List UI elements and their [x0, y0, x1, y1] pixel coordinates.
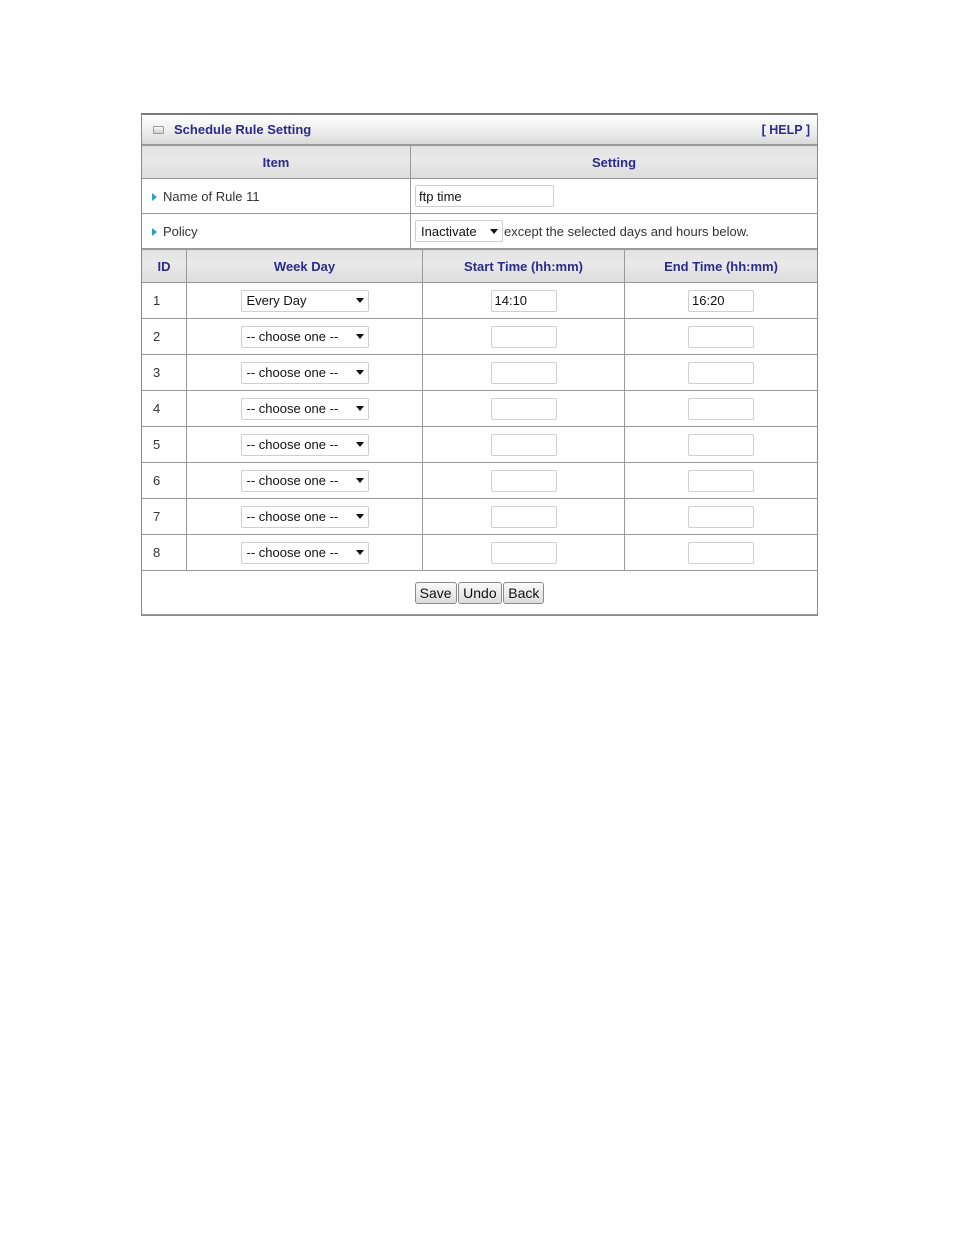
week-day-value: Every Day — [246, 293, 307, 308]
end-time-input[interactable] — [688, 433, 754, 456]
chevron-down-icon — [355, 550, 364, 555]
row-id: 3 — [142, 354, 187, 391]
week-day-value: -- choose one -- — [246, 509, 339, 524]
week-day-select[interactable]: -- choose one -- — [240, 433, 369, 456]
week-day-value: -- choose one -- — [246, 437, 339, 452]
panel-title: Schedule Rule Setting — [174, 122, 312, 137]
week-day-select[interactable]: -- choose one -- — [240, 325, 369, 348]
header-end-time: End Time (hh:mm) — [624, 249, 817, 283]
rule-name-input[interactable] — [415, 185, 554, 207]
chevron-down-icon — [490, 228, 498, 234]
header-week-day: Week Day — [186, 249, 423, 283]
help-link[interactable]: [ HELP ] — [762, 123, 810, 137]
row-id: 8 — [142, 534, 187, 571]
week-day-value: -- choose one -- — [246, 365, 339, 380]
end-time-input[interactable] — [688, 397, 754, 420]
chevron-down-icon — [355, 298, 364, 303]
week-day-select[interactable]: -- choose one -- — [240, 505, 369, 528]
chevron-down-icon — [355, 478, 364, 483]
row-id: 2 — [142, 318, 187, 355]
header-id: ID — [142, 249, 187, 283]
week-day-value: -- choose one -- — [246, 329, 339, 344]
schedule-rule-panel: Schedule Rule Setting [ HELP ] Item Sett… — [141, 113, 818, 616]
end-time-input[interactable] — [688, 325, 754, 348]
item-table: Item Setting Name of Rule 11 Policy Inac… — [142, 145, 817, 249]
chevron-down-icon — [355, 514, 364, 519]
schedule-table: ID Week Day Start Time (hh:mm) End Time … — [142, 249, 817, 615]
week-day-select[interactable]: -- choose one -- — [240, 397, 369, 420]
schedule-row: 5 -- choose one -- — [142, 426, 817, 463]
policy-select-value: Inactivate — [421, 223, 477, 239]
schedule-row: 8 -- choose one -- — [142, 534, 817, 571]
back-button[interactable]: Back — [503, 581, 545, 604]
policy-select[interactable]: Inactivate — [415, 220, 503, 242]
week-day-select[interactable]: -- choose one -- — [240, 541, 369, 564]
button-row: Save Undo Back — [142, 570, 817, 615]
schedule-row: 2 -- choose one -- — [142, 318, 817, 355]
save-button[interactable]: Save — [414, 581, 457, 604]
row-id: 7 — [142, 498, 187, 535]
header-item: Item — [142, 145, 411, 179]
panel-icon — [153, 125, 164, 134]
rule-name-label: Name of Rule 11 — [163, 188, 260, 204]
week-day-value: -- choose one -- — [246, 545, 339, 560]
row-id: 1 — [142, 282, 187, 319]
policy-label: Policy — [163, 223, 198, 239]
row-id: 4 — [142, 390, 187, 427]
chevron-down-icon — [355, 334, 364, 339]
row-id: 5 — [142, 426, 187, 463]
row-id: 6 — [142, 462, 187, 499]
start-time-input[interactable] — [490, 397, 557, 420]
end-time-input[interactable] — [688, 361, 754, 384]
schedule-row: 6 -- choose one -- — [142, 462, 817, 499]
schedule-row: 3 -- choose one -- — [142, 354, 817, 391]
chevron-down-icon — [355, 442, 364, 447]
start-time-input[interactable] — [490, 433, 557, 456]
rule-name-row: Name of Rule 11 — [142, 178, 817, 214]
header-start-time: Start Time (hh:mm) — [422, 249, 625, 283]
arrow-right-icon — [152, 228, 157, 237]
header-setting: Setting — [410, 145, 817, 179]
chevron-down-icon — [355, 406, 364, 411]
schedule-row: 4 -- choose one -- — [142, 390, 817, 427]
schedule-row: 1 Every Day — [142, 282, 817, 319]
start-time-input[interactable] — [490, 289, 557, 312]
week-day-select[interactable]: -- choose one -- — [240, 361, 369, 384]
end-time-input[interactable] — [688, 541, 754, 564]
week-day-select[interactable]: Every Day — [240, 289, 369, 312]
schedule-row: 7 -- choose one -- — [142, 498, 817, 535]
start-time-input[interactable] — [490, 541, 557, 564]
start-time-input[interactable] — [490, 361, 557, 384]
start-time-input[interactable] — [490, 469, 557, 492]
week-day-value: -- choose one -- — [246, 473, 339, 488]
undo-button[interactable]: Undo — [458, 581, 502, 604]
arrow-right-icon — [152, 193, 157, 202]
policy-row: Policy Inactivate except the selected day… — [142, 213, 817, 249]
policy-description: except the selected days and hours below… — [504, 223, 749, 239]
end-time-input[interactable] — [688, 505, 754, 528]
end-time-input[interactable] — [688, 469, 754, 492]
start-time-input[interactable] — [490, 325, 557, 348]
week-day-value: -- choose one -- — [246, 401, 339, 416]
chevron-down-icon — [355, 370, 364, 375]
end-time-input[interactable] — [688, 289, 754, 312]
week-day-select[interactable]: -- choose one -- — [240, 469, 369, 492]
panel-titlebar: Schedule Rule Setting [ HELP ] — [142, 115, 817, 145]
start-time-input[interactable] — [490, 505, 557, 528]
